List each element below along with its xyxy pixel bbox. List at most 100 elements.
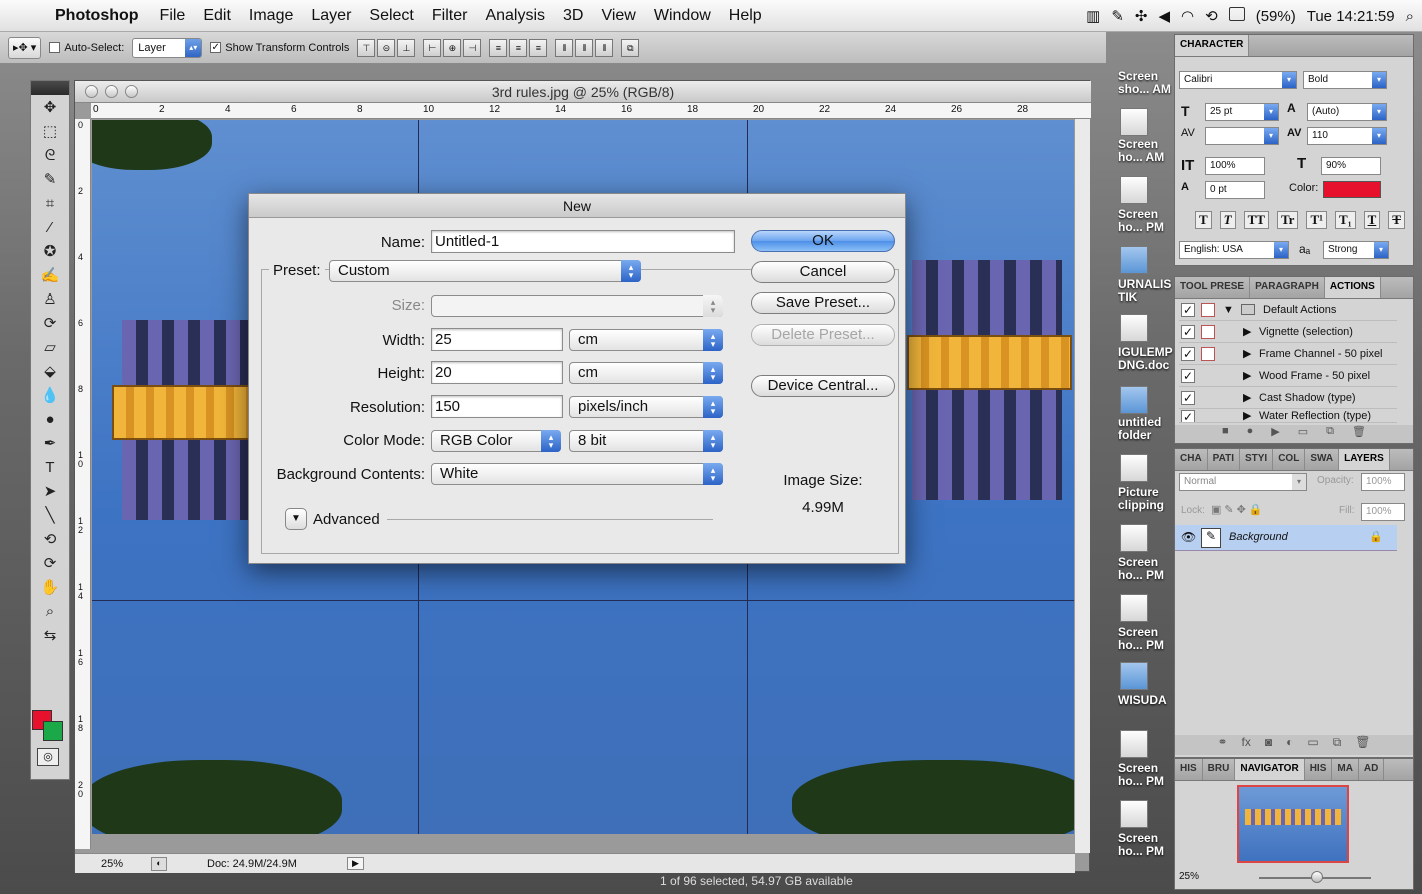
font-family-select[interactable]: Calibri ▾ xyxy=(1179,71,1297,89)
line-tool-icon[interactable]: ╲ xyxy=(31,503,69,527)
align-left-icon[interactable]: ⊢ xyxy=(423,38,442,57)
screenshot-file-icon[interactable] xyxy=(1120,730,1148,758)
pen-tool-icon[interactable]: ✒ xyxy=(31,431,69,455)
action-row[interactable]: ✓ ▶ Vignette (selection) xyxy=(1179,321,1397,343)
strikethrough-button[interactable]: T xyxy=(1388,211,1405,229)
folder-icon[interactable] xyxy=(1120,246,1148,274)
align-right-icon[interactable]: ⊣ xyxy=(463,38,482,57)
trash-icon[interactable]: 🗑 xyxy=(1352,425,1366,443)
advanced-disclosure-icon[interactable]: ▼ xyxy=(285,508,307,530)
history-brush-tool-icon[interactable]: ⟳ xyxy=(31,311,69,335)
menu-window[interactable]: Window xyxy=(645,7,720,25)
distribute-hcenter-icon[interactable]: ⫴ xyxy=(575,38,594,57)
marquee-tool-icon[interactable]: ⬚ xyxy=(31,119,69,143)
move-tool-preset-picker[interactable]: ▸✥ ▾ xyxy=(8,36,42,59)
navigator-zoom-thumb[interactable] xyxy=(1311,871,1323,883)
desktop-icon-label[interactable]: Screen sho... AM xyxy=(1118,70,1174,96)
tab-navigator[interactable]: NAVIGATOR xyxy=(1235,759,1305,780)
show-transform-box[interactable]: ✓ xyxy=(210,42,222,54)
brush-tool-icon[interactable]: ✍ xyxy=(31,263,69,287)
menu-view[interactable]: View xyxy=(592,7,644,25)
paint-bucket-tool-icon[interactable]: ⬙ xyxy=(31,359,69,383)
desktop-icon-label[interactable]: Screen ho... PM xyxy=(1118,626,1174,652)
horizontal-scale-input[interactable]: 90% xyxy=(1321,157,1381,175)
link-layers-icon[interactable]: ⚭ xyxy=(1217,735,1227,755)
3d-rotate-tool-icon[interactable]: ⟲ xyxy=(31,527,69,551)
zoom-window-icon[interactable] xyxy=(125,85,138,98)
blend-mode-select[interactable]: Normal ▾ xyxy=(1179,473,1307,491)
desktop-icon-label[interactable]: Screen ho... AM xyxy=(1118,138,1174,164)
desktop-icon-label[interactable]: URNALIS TIK xyxy=(1118,278,1174,304)
tab-adjustments[interactable]: AD xyxy=(1359,759,1385,780)
distribute-vcenter-icon[interactable]: ≡ xyxy=(509,38,528,57)
picture-clipping-icon[interactable] xyxy=(1120,454,1148,482)
quick-mask-icon[interactable]: ◎ xyxy=(37,748,59,766)
eyedropper-tool-icon[interactable]: ⁄ xyxy=(31,215,69,239)
action-set-row[interactable]: ✓ ▼ Default Actions xyxy=(1179,299,1397,321)
clock[interactable]: Tue 14:21:59 xyxy=(1307,8,1395,25)
distribute-bottom-icon[interactable]: ≡ xyxy=(529,38,548,57)
bit-depth-select[interactable]: 8 bit ▴ ▾ xyxy=(569,430,723,452)
3d-orbit-tool-icon[interactable]: ⟳ xyxy=(31,551,69,575)
ruler-horizontal[interactable]: 0 2 4 6 8 10 12 14 16 18 20 22 24 26 28 xyxy=(91,103,1091,119)
type-tool-icon[interactable]: T xyxy=(31,455,69,479)
menu-layer[interactable]: Layer xyxy=(302,7,360,25)
menu-select[interactable]: Select xyxy=(360,7,422,25)
menu-edit[interactable]: Edit xyxy=(194,7,240,25)
guide-horizontal[interactable] xyxy=(92,600,1074,601)
preset-select[interactable]: Custom ▴ ▾ xyxy=(329,260,641,282)
width-input[interactable]: 25 xyxy=(431,328,563,351)
fill-input[interactable]: 100% xyxy=(1361,503,1405,521)
align-vcenter-icon[interactable]: ⊝ xyxy=(377,38,396,57)
font-size-input[interactable]: 25 pt ▾ xyxy=(1205,103,1279,121)
desktop-icon-label[interactable]: Screen ho... PM xyxy=(1118,208,1174,234)
layer-row-background[interactable]: 👁 ✎ Background 🔒 xyxy=(1175,525,1397,551)
width-unit-select[interactable]: cm ▴ ▾ xyxy=(569,329,723,351)
tools-panel-header[interactable] xyxy=(31,81,69,95)
tab-masks[interactable]: MA xyxy=(1332,759,1359,780)
menu-3d[interactable]: 3D xyxy=(554,7,592,25)
faux-italic-button[interactable]: T xyxy=(1219,211,1236,229)
action-row[interactable]: ✓ ▶ Cast Shadow (type) xyxy=(1179,387,1397,409)
tab-paths[interactable]: PATI xyxy=(1208,449,1240,470)
all-caps-button[interactable]: TT xyxy=(1243,211,1269,229)
auto-align-layers-icon[interactable]: ⧉ xyxy=(621,38,640,57)
tab-histogram[interactable]: HIS xyxy=(1175,759,1203,780)
lasso-tool-icon[interactable]: ᘓ xyxy=(31,143,69,167)
menu-filter[interactable]: Filter xyxy=(423,7,477,25)
spaces-icon[interactable]: ▥ xyxy=(1086,7,1100,25)
document-titlebar[interactable]: 3rd rules.jpg @ 25% (RGB/8) xyxy=(75,81,1091,103)
kerning-input[interactable]: ▾ xyxy=(1205,127,1279,145)
lock-icons[interactable]: ▣✎✥🔒 xyxy=(1211,503,1266,516)
expand-triangle-icon[interactable]: ▶ xyxy=(1243,365,1251,387)
action-toggle-checkbox[interactable]: ✓ xyxy=(1181,303,1195,317)
dodge-tool-icon[interactable]: ● xyxy=(31,407,69,431)
action-toggle-checkbox[interactable]: ✓ xyxy=(1181,391,1195,405)
tab-history[interactable]: HIS xyxy=(1305,759,1333,780)
desktop-icon-label[interactable]: WISUDA xyxy=(1118,694,1174,707)
resolution-input[interactable]: 150 xyxy=(431,395,563,418)
screenshot-file-icon[interactable] xyxy=(1120,800,1148,828)
height-unit-select[interactable]: cm ▴ ▾ xyxy=(569,362,723,384)
background-color-swatch[interactable] xyxy=(43,721,63,741)
screenshot-file-icon[interactable] xyxy=(1120,524,1148,552)
layer-mask-icon[interactable]: ◙ xyxy=(1265,735,1272,755)
visibility-eye-icon[interactable]: 👁 xyxy=(1181,530,1196,544)
baseline-shift-input[interactable]: 0 pt xyxy=(1205,181,1265,199)
cancel-button[interactable]: Cancel xyxy=(751,261,895,283)
desktop-icon-label[interactable]: IGULEMP DNG.doc xyxy=(1118,346,1174,372)
auto-select-checkbox[interactable]: Auto-Select: xyxy=(49,42,124,54)
battery-icon[interactable] xyxy=(1228,7,1245,25)
ruler-vertical[interactable]: 0 2 4 6 8 10 12 14 16 18 20 xyxy=(75,119,91,849)
dialog-toggle-box[interactable] xyxy=(1201,347,1215,361)
height-input[interactable]: 20 xyxy=(431,361,563,384)
auto-select-box[interactable] xyxy=(49,42,61,54)
status-popup-icon[interactable]: ◐ xyxy=(151,856,167,871)
zoom-tool-icon[interactable]: ⌕ xyxy=(31,599,69,623)
dialog-title[interactable]: New xyxy=(249,194,905,218)
underline-button[interactable]: T xyxy=(1363,211,1381,229)
quick-select-tool-icon[interactable]: ✎ xyxy=(31,167,69,191)
desktop-icon-label[interactable]: Picture clipping xyxy=(1118,486,1174,512)
superscript-button[interactable]: T¹ xyxy=(1306,211,1328,229)
show-transform-checkbox[interactable]: ✓ Show Transform Controls xyxy=(210,42,349,54)
